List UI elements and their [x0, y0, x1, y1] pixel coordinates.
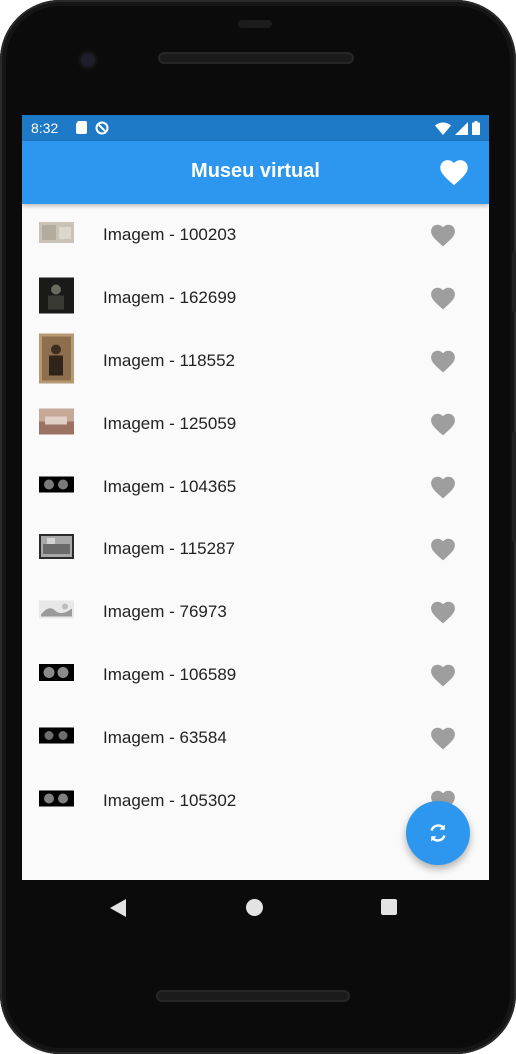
wifi-icon [435, 121, 451, 140]
favorite-toggle[interactable] [430, 663, 456, 687]
back-button[interactable] [110, 899, 126, 922]
system-nav-bar [22, 880, 489, 934]
volume-button [512, 432, 516, 542]
thumbnail [39, 333, 74, 388]
list-item[interactable]: Imagem - 63584 [22, 706, 489, 769]
list-item[interactable]: Imagem - 104365 [22, 455, 489, 518]
list-item[interactable]: Imagem - 162699 [22, 267, 489, 330]
favorite-toggle[interactable] [430, 349, 456, 373]
heart-icon [431, 476, 455, 498]
status-time: 8:32 [31, 120, 59, 136]
heart-icon [431, 601, 455, 624]
list-item[interactable]: Imagem - 100203 [22, 204, 489, 267]
data-saver-icon [95, 121, 109, 140]
list-item[interactable]: Imagem - 106589 [22, 644, 489, 707]
heart-icon [440, 160, 468, 186]
phone-frame: 8:32 Museu virtual Imagem - 100203 Image… [0, 0, 516, 1054]
heart-icon [431, 350, 455, 373]
list-item[interactable]: Imagem - 115287 [22, 518, 489, 581]
battery-icon [472, 121, 480, 140]
favorite-toggle[interactable] [430, 726, 456, 750]
heart-icon [431, 225, 455, 247]
top-speaker [158, 52, 354, 64]
list-item-label: Imagem - 115287 [103, 539, 235, 559]
thumbnail [39, 790, 74, 811]
list-item-label: Imagem - 125059 [103, 413, 237, 433]
app-bar: Museu virtual [22, 141, 489, 204]
back-triangle-icon [110, 899, 126, 917]
heart-icon [431, 539, 455, 561]
list-item-label: Imagem - 104365 [103, 476, 237, 496]
signal-icon [455, 121, 468, 140]
front-camera [78, 50, 98, 70]
list-item-label: Imagem - 118552 [103, 350, 235, 370]
favorite-toggle[interactable] [430, 412, 456, 436]
thumbnail [39, 408, 74, 439]
list-item-label: Imagem - 105302 [103, 790, 237, 810]
thumbnail [39, 534, 74, 564]
status-bar: 8:32 [22, 115, 489, 141]
list-item-label: Imagem - 100203 [103, 225, 237, 245]
image-list: Imagem - 100203 Imagem - 162699 Imagem -… [22, 204, 489, 832]
list-item-label: Imagem - 76973 [103, 602, 227, 622]
favorite-toggle[interactable] [430, 286, 456, 310]
heart-icon [431, 727, 455, 750]
list-item-label: Imagem - 63584 [103, 727, 227, 747]
favorites-button[interactable] [439, 158, 469, 186]
list-item-label: Imagem - 162699 [103, 288, 237, 308]
thumbnail [39, 727, 74, 748]
list-item[interactable]: Imagem - 118552 [22, 330, 489, 393]
sd-card-icon [76, 121, 87, 140]
list-item-label: Imagem - 106589 [103, 664, 237, 684]
thumbnail [39, 222, 74, 248]
favorite-toggle[interactable] [430, 475, 456, 499]
list-item[interactable]: Imagem - 125059 [22, 392, 489, 455]
heart-icon [431, 664, 455, 687]
thumbnail [39, 476, 74, 497]
favorite-toggle[interactable] [430, 537, 456, 561]
screen: 8:32 Museu virtual Imagem - 100203 Image… [22, 115, 489, 880]
favorite-toggle[interactable] [430, 223, 456, 247]
favorite-toggle[interactable] [430, 600, 456, 624]
heart-icon [431, 413, 455, 436]
recent-apps-button[interactable] [381, 899, 397, 915]
thumbnail [39, 663, 74, 686]
home-button[interactable] [246, 899, 263, 916]
list-item[interactable]: Imagem - 76973 [22, 581, 489, 644]
page-title: Museu virtual [191, 160, 320, 182]
heart-icon [431, 287, 455, 310]
thumbnail [39, 600, 74, 624]
power-button [512, 252, 516, 312]
earpiece-slot [238, 20, 272, 28]
bottom-speaker [156, 990, 350, 1002]
refresh-icon [430, 824, 446, 842]
thumbnail [39, 277, 74, 319]
refresh-button[interactable] [406, 801, 470, 865]
